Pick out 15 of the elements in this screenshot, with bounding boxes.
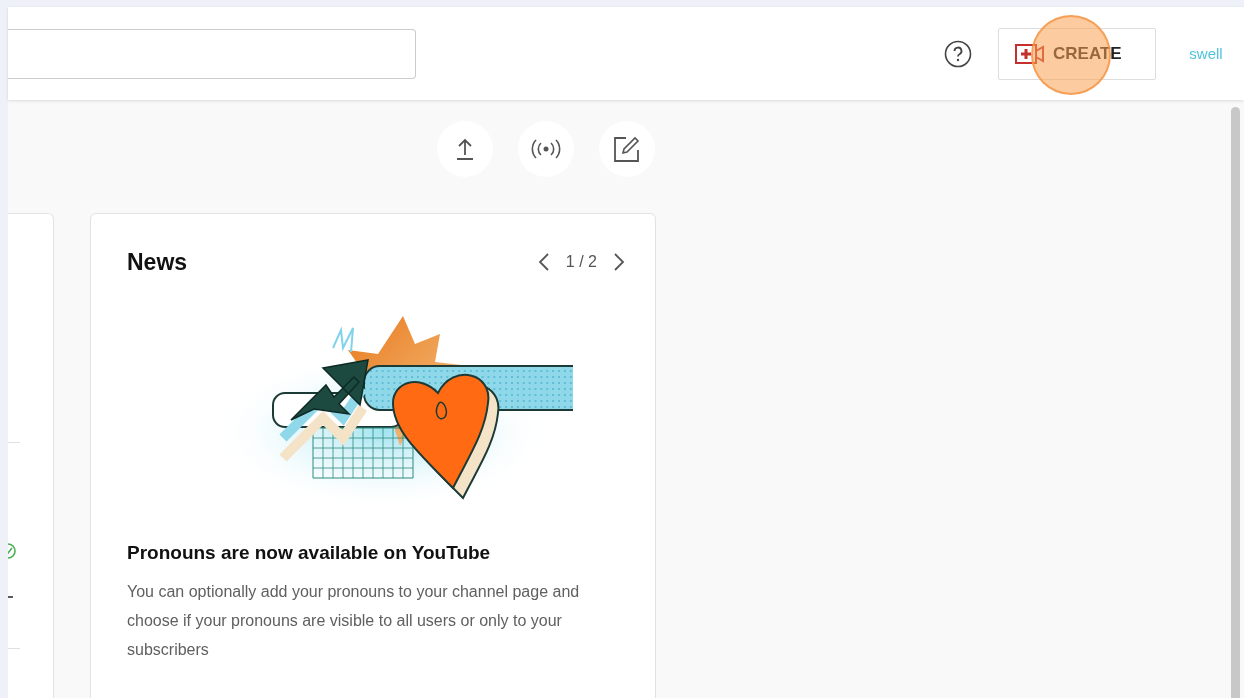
pencil-square-icon bbox=[613, 135, 641, 163]
card-title: News bbox=[127, 248, 188, 276]
news-headline: Pronouns are now available on YouTube bbox=[127, 542, 492, 564]
dash-icon bbox=[8, 595, 14, 599]
scrollbar[interactable] bbox=[1231, 107, 1240, 698]
upload-icon bbox=[454, 137, 476, 161]
broadcast-icon bbox=[530, 138, 562, 160]
chevron-left-icon bbox=[537, 252, 550, 272]
chevron-right-icon bbox=[613, 252, 625, 272]
page-counter: 1 / 2 bbox=[565, 253, 597, 271]
help-icon bbox=[944, 39, 972, 68]
video-camera-plus-icon bbox=[1015, 43, 1045, 64]
logo-text: swell bbox=[1188, 45, 1224, 62]
search-field[interactable] bbox=[8, 28, 416, 79]
news-description: You can optionally add your pronouns to your channel page and choose if your pronouns are visible to all users or only to your subscribers bbox=[127, 582, 581, 660]
